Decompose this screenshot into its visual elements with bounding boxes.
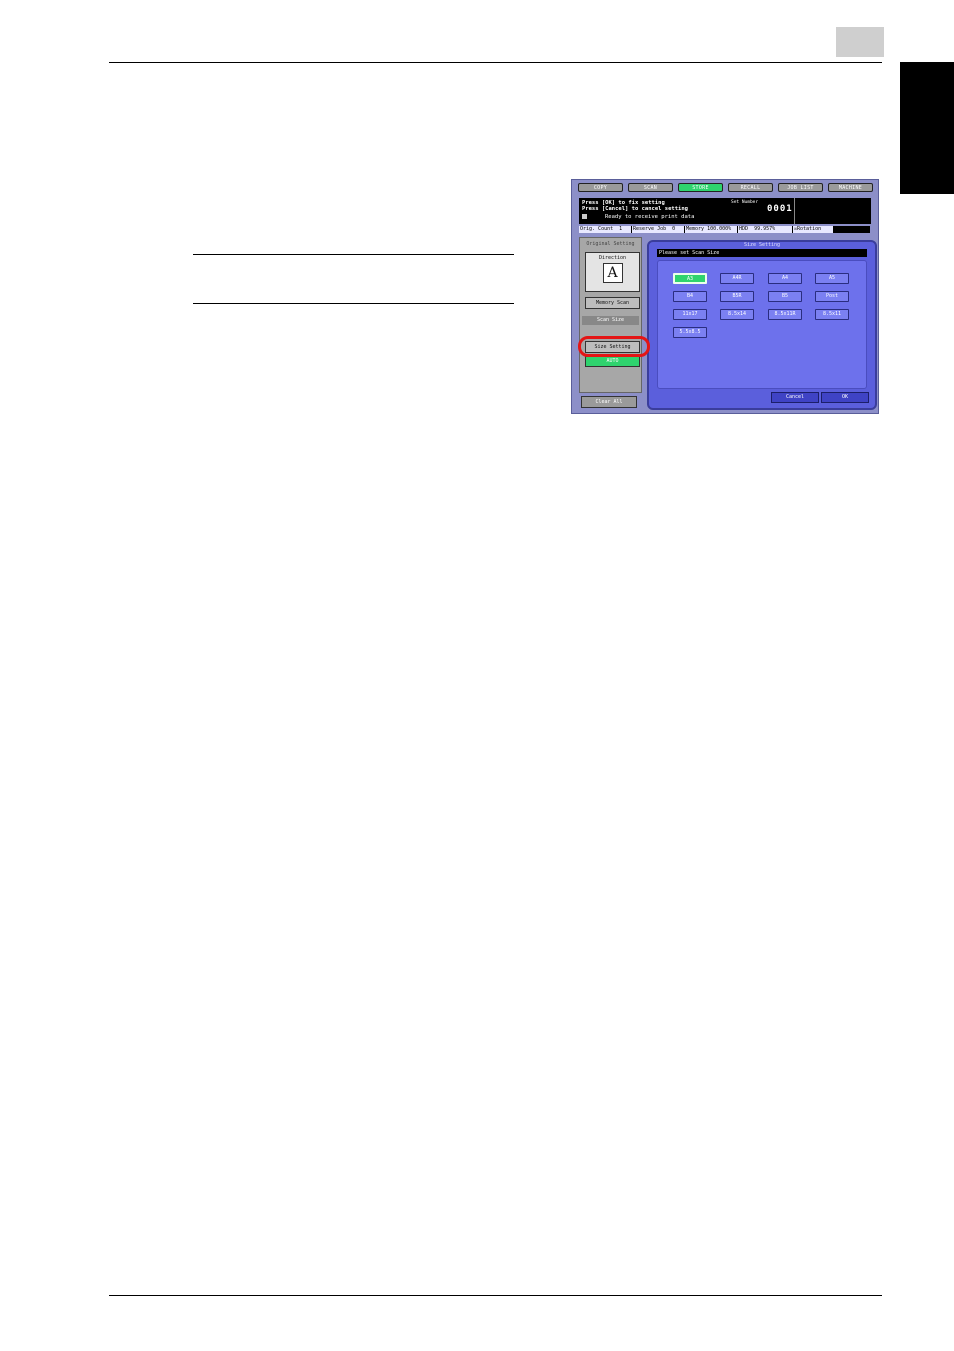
set-number-value: 0001 (767, 204, 793, 214)
footer-rule (109, 1295, 882, 1296)
clear-all-button[interactable]: Clear All (581, 396, 637, 408)
size-option[interactable]: 8.5x11R (768, 309, 802, 320)
direction-a-icon: A (602, 263, 623, 283)
header-rule (109, 62, 882, 63)
dialog-prompt: Please set Scan Size (657, 249, 867, 257)
highlight-circle (578, 336, 650, 357)
size-option[interactable]: A4 (768, 273, 802, 284)
status-bar: Orig. Count 1 Reserve Job 0 Memory 100.0… (579, 226, 870, 233)
direction-button[interactable]: Direction A (585, 252, 640, 292)
orig-count: Orig. Count 1 (579, 226, 631, 233)
set-number-label: Set Number (731, 200, 759, 205)
tab-scan[interactable]: SCAN (628, 183, 673, 192)
size-option[interactable]: B4 (673, 291, 707, 302)
size-option[interactable]: 5.5x8.5 (673, 327, 707, 338)
size-setting-dialog: Size Setting Please set Scan Size A3 A4R… (647, 240, 877, 410)
scan-size-header: Scan Size (582, 316, 639, 325)
size-option[interactable]: 8.5x14 (720, 309, 754, 320)
auto-button[interactable]: AUTO (585, 356, 640, 367)
size-option[interactable]: B5 (768, 291, 802, 302)
tab-job-list[interactable]: JOB LIST (778, 183, 823, 192)
info-panel (794, 198, 871, 224)
size-option[interactable]: Post (815, 291, 849, 302)
memory-scan-button[interactable]: Memory Scan (585, 297, 640, 309)
note-rule-bottom (193, 303, 514, 304)
original-setting-label: Original Setting (586, 241, 635, 247)
chapter-side-tab (900, 62, 954, 194)
message-area: Press [OK] to fix setting Press [Cancel]… (579, 198, 794, 224)
size-option[interactable]: A3 (673, 273, 707, 284)
original-setting-column: Original Setting Direction A Memory Scan… (579, 237, 642, 393)
size-option[interactable]: A4R (720, 273, 754, 284)
dialog-title: Size Setting (743, 242, 781, 248)
rotation-status: ☒Rotation (793, 226, 833, 233)
chapter-number-box (836, 27, 884, 57)
tab-recall[interactable]: RECALL (728, 183, 773, 192)
control-panel-screenshot: COPY SCAN STORE RECALL JOB LIST MACHINE … (571, 179, 879, 414)
size-option[interactable]: B5R (720, 291, 754, 302)
printer-icon (582, 214, 587, 219)
hdd-status: HDD 99.957% (738, 226, 792, 233)
ok-button[interactable]: OK (821, 392, 869, 403)
direction-label: Direction (598, 255, 627, 261)
note-rule-top (193, 254, 514, 255)
tab-store[interactable]: STORE (678, 183, 723, 192)
tab-copy[interactable]: COPY (578, 183, 623, 192)
size-options-area: A3 A4R A4 A5 B4 B5R B5 Post 11x17 8.5x14… (657, 260, 867, 389)
ready-text: Ready to receive print data (605, 214, 695, 220)
size-option[interactable]: A5 (815, 273, 849, 284)
reserve-job: Reserve Job 0 (632, 226, 684, 233)
message-line-2: Press [Cancel] to cancel setting (582, 206, 688, 212)
size-option[interactable]: 11x17 (673, 309, 707, 320)
cancel-button[interactable]: Cancel (771, 392, 819, 403)
memory-status: Memory 100.000% (685, 226, 737, 233)
tab-machine[interactable]: MACHINE (828, 183, 873, 192)
size-option[interactable]: 8.5x11 (815, 309, 849, 320)
